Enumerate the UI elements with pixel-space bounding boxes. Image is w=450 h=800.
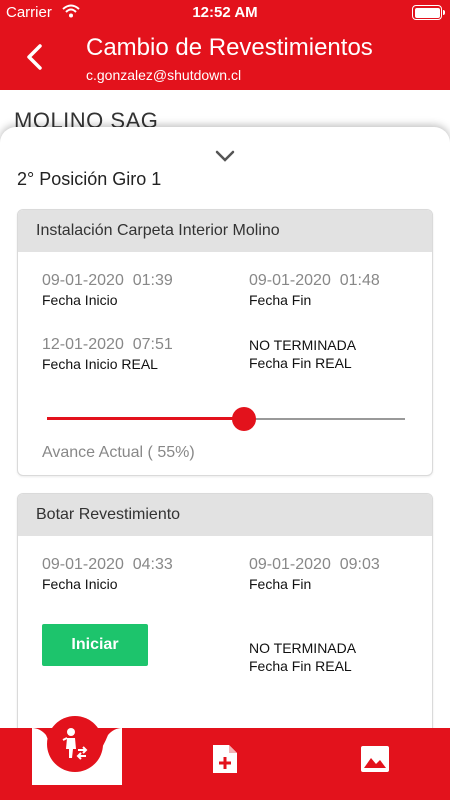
gallery-button[interactable] — [360, 745, 390, 778]
end-real-label: Fecha Fin REAL — [249, 658, 352, 674]
end-planned: 09-01-2020 01:48 Fecha Fin — [249, 272, 380, 308]
bottom-sheet: 2° Posición Giro 1 Instalación Carpeta I… — [0, 127, 450, 747]
start-real: 12-01-2020 07:51 Fecha Inicio REAL — [42, 336, 173, 372]
end-real: NO TERMINADA Fecha Fin REAL — [249, 640, 356, 674]
end-real-status: NO TERMINADA — [249, 337, 357, 353]
change-worker-button[interactable] — [47, 716, 103, 772]
position-label: 2° Posición Giro 1 — [17, 169, 162, 189]
task-title: Instalación Carpeta Interior Molino — [18, 210, 432, 252]
slider-fill — [47, 417, 244, 420]
app-header: Carrier 12:52 AM Cambio de Revestimiento… — [0, 0, 450, 90]
start-planned: 09-01-2020 01:39 Fecha Inicio — [42, 272, 173, 308]
user-email: c.gonzalez@shutdown.cl — [86, 67, 242, 83]
back-button[interactable] — [20, 40, 50, 74]
start-planned: 09-01-2020 04:33 Fecha Inicio — [42, 556, 173, 592]
progress-slider[interactable] — [47, 407, 405, 431]
progress-text: Avance Actual ( 55%) — [42, 444, 195, 461]
add-document-icon — [213, 745, 237, 773]
battery-icon — [412, 5, 445, 20]
status-bar: Carrier 12:52 AM — [0, 0, 450, 24]
end-planned: 09-01-2020 09:03 Fecha Fin — [249, 556, 380, 592]
end-planned-label: Fecha Fin — [249, 292, 312, 308]
end-planned-value: 09-01-2020 01:48 — [249, 272, 380, 289]
start-planned-value: 09-01-2020 04:33 — [42, 556, 173, 573]
start-real-value: 12-01-2020 07:51 — [42, 336, 173, 353]
clock: 12:52 AM — [192, 4, 258, 21]
back-arrow-icon — [27, 44, 42, 70]
worker-swap-icon — [62, 728, 88, 760]
collapse-sheet-button[interactable] — [214, 149, 236, 163]
start-planned-value: 09-01-2020 01:39 — [42, 272, 173, 289]
end-real-status: NO TERMINADA — [249, 640, 357, 656]
chevron-down-icon — [215, 150, 235, 162]
end-planned-label: Fecha Fin — [249, 576, 312, 592]
start-planned-label: Fecha Inicio — [42, 576, 118, 592]
start-button[interactable]: Iniciar — [42, 624, 148, 666]
end-planned-value: 09-01-2020 09:03 — [249, 556, 380, 573]
start-real-label: Fecha Inicio REAL — [42, 356, 158, 372]
slider-thumb[interactable] — [231, 407, 256, 431]
end-real: NO TERMINADA Fecha Fin REAL — [249, 337, 356, 371]
end-real-label: Fecha Fin REAL — [249, 355, 352, 371]
add-document-button[interactable] — [211, 743, 239, 780]
task-card: Instalación Carpeta Interior Molino 09-0… — [17, 209, 433, 476]
task-title: Botar Revestimiento — [18, 494, 432, 536]
image-icon — [361, 746, 389, 772]
start-planned-label: Fecha Inicio — [42, 292, 118, 308]
page-title: Cambio de Revestimientos — [86, 34, 373, 61]
